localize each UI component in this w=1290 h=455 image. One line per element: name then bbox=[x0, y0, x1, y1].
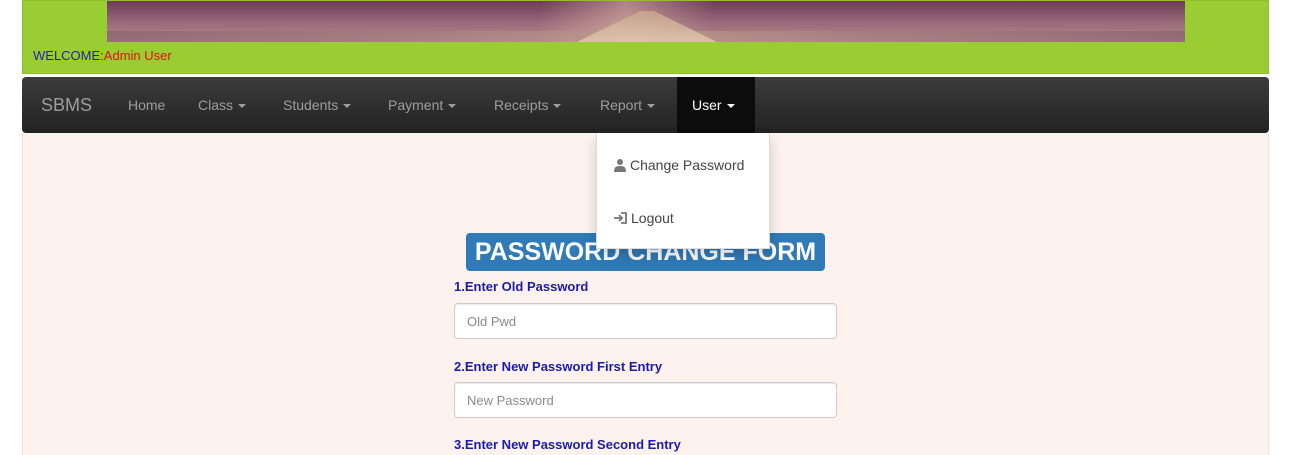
caret-down-icon bbox=[553, 104, 562, 109]
user-icon bbox=[613, 158, 627, 172]
old-password-label: 1.Enter Old Password bbox=[454, 279, 589, 294]
nav-item-receipts[interactable]: Receipts bbox=[479, 77, 576, 133]
nav-item-user[interactable]: User bbox=[677, 77, 755, 133]
nav-item-home[interactable]: Home bbox=[113, 77, 180, 133]
welcome-text: WELCOME:Admin User bbox=[33, 48, 172, 63]
main-navbar: SBMS Home Class Students Payment Receipt… bbox=[22, 77, 1269, 133]
nav-item-payment-label: Payment bbox=[388, 97, 444, 113]
menu-item-logout[interactable]: Logout bbox=[613, 210, 674, 226]
welcome-user-name: Admin User bbox=[103, 48, 172, 63]
menu-item-logout-label: Logout bbox=[631, 210, 674, 226]
caret-down-icon bbox=[238, 104, 247, 109]
nav-item-students-label: Students bbox=[283, 97, 339, 113]
menu-item-change-password[interactable]: Change Password bbox=[613, 157, 744, 173]
nav-item-class-label: Class bbox=[198, 97, 234, 113]
nav-item-report[interactable]: Report bbox=[585, 77, 670, 133]
welcome-label: WELCOME: bbox=[33, 48, 104, 63]
new-password-label: 2.Enter New Password First Entry bbox=[454, 359, 663, 374]
nav-item-students[interactable]: Students bbox=[268, 77, 366, 133]
user-dropdown-menu: Change Password Logout bbox=[596, 133, 770, 249]
nav-item-payment[interactable]: Payment bbox=[373, 77, 471, 133]
header-banner-image bbox=[107, 1, 1185, 42]
caret-down-icon bbox=[343, 104, 352, 109]
new-password-input[interactable] bbox=[454, 382, 837, 418]
navbar-brand[interactable]: SBMS bbox=[41, 95, 92, 116]
nav-item-home-label: Home bbox=[128, 97, 166, 113]
caret-down-icon bbox=[647, 104, 656, 109]
nav-item-user-label: User bbox=[692, 97, 722, 113]
menu-item-change-password-label: Change Password bbox=[630, 157, 745, 173]
confirm-password-label: 3.Enter New Password Second Entry bbox=[454, 437, 681, 452]
logout-icon bbox=[613, 211, 628, 225]
caret-down-icon bbox=[448, 104, 457, 109]
nav-item-receipts-label: Receipts bbox=[494, 97, 549, 113]
header-bar: WELCOME:Admin User bbox=[22, 0, 1269, 74]
caret-down-icon bbox=[726, 104, 735, 109]
nav-item-class[interactable]: Class bbox=[183, 77, 261, 133]
nav-item-report-label: Report bbox=[600, 97, 643, 113]
old-password-input[interactable] bbox=[454, 303, 837, 339]
